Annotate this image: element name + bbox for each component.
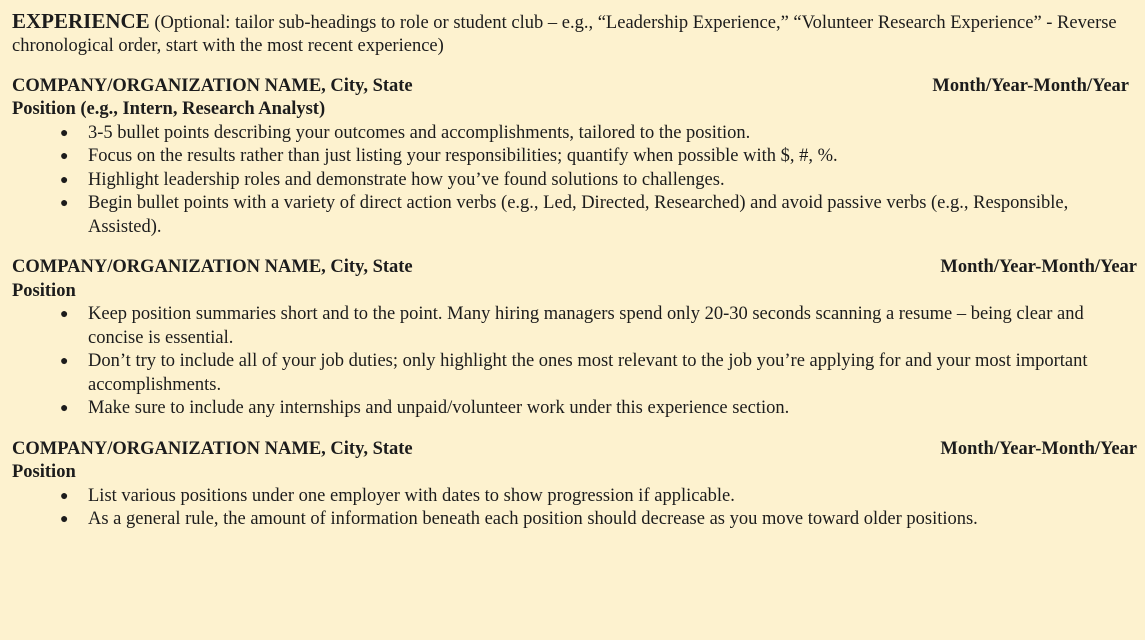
document-page: EXPERIENCE (Optional: tailor sub-heading… bbox=[0, 0, 1145, 640]
section-heading: EXPERIENCE (Optional: tailor sub-heading… bbox=[12, 8, 1137, 59]
entry-dates: Month/Year-Month/Year bbox=[932, 75, 1129, 96]
list-item: ● Focus on the results rather than just l… bbox=[60, 145, 1137, 168]
bullet-text: Focus on the results rather than just li… bbox=[88, 146, 838, 167]
experience-entry: COMPANY/ORGANIZATION NAME, City, State M… bbox=[12, 256, 1137, 420]
experience-entry: COMPANY/ORGANIZATION NAME, City, State M… bbox=[12, 75, 1137, 239]
bullet-icon: ● bbox=[60, 488, 69, 504]
bullet-icon: ● bbox=[60, 401, 69, 417]
entry-dates: Month/Year-Month/Year bbox=[940, 257, 1137, 278]
bullet-icon: ● bbox=[60, 512, 69, 528]
position-title: Position (e.g., Intern, Research Analyst… bbox=[12, 99, 326, 120]
experience-entry: COMPANY/ORGANIZATION NAME, City, State M… bbox=[12, 438, 1137, 532]
bullet-text: Make sure to include any internships and… bbox=[88, 398, 790, 419]
entry-dates: Month/Year-Month/Year bbox=[940, 438, 1137, 459]
bullet-list: ● 3-5 bullet points describing your outco… bbox=[12, 122, 1137, 239]
bullet-icon: ● bbox=[60, 307, 69, 323]
bullet-text: Begin bullet points with a variety of di… bbox=[88, 193, 1069, 237]
entry-header: COMPANY/ORGANIZATION NAME, City, State M… bbox=[12, 75, 1137, 98]
bullet-icon: ● bbox=[60, 172, 69, 188]
list-item: ● As a general rule, the amount of inform… bbox=[60, 508, 1137, 531]
bullet-text: Keep position summaries short and to the… bbox=[88, 304, 1084, 348]
position-title: Position bbox=[12, 462, 76, 483]
bullet-text: List various positions under one employe… bbox=[88, 485, 735, 506]
bullet-text: Don’t try to include all of your job dut… bbox=[88, 351, 1088, 395]
bullet-list: ● Keep position summaries short and to th… bbox=[12, 303, 1137, 420]
bullet-text: 3-5 bullet points describing your outcom… bbox=[88, 122, 751, 143]
position-title: Position bbox=[12, 280, 76, 301]
bullet-list: ● List various positions under one employ… bbox=[12, 485, 1137, 532]
organization-name: COMPANY/ORGANIZATION NAME, City, State bbox=[12, 257, 413, 278]
bullet-icon: ● bbox=[60, 354, 69, 370]
entry-header: COMPANY/ORGANIZATION NAME, City, State M… bbox=[12, 438, 1137, 461]
list-item: ● List various positions under one employ… bbox=[60, 485, 1137, 508]
list-item: ● 3-5 bullet points describing your outco… bbox=[60, 122, 1137, 145]
bullet-icon: ● bbox=[60, 196, 69, 212]
list-item: ● Make sure to include any internships an… bbox=[60, 397, 1137, 420]
bullet-text: Highlight leadership roles and demonstra… bbox=[88, 169, 725, 190]
bullet-icon: ● bbox=[60, 149, 69, 165]
organization-name: COMPANY/ORGANIZATION NAME, City, State bbox=[12, 75, 413, 96]
list-item: ● Highlight leadership roles and demonstr… bbox=[60, 169, 1137, 192]
bullet-icon: ● bbox=[60, 125, 69, 141]
section-note: (Optional: tailor sub-headings to role o… bbox=[12, 13, 1117, 57]
entry-header: COMPANY/ORGANIZATION NAME, City, State M… bbox=[12, 256, 1137, 279]
list-item: ● Begin bullet points with a variety of d… bbox=[60, 192, 1137, 239]
organization-name: COMPANY/ORGANIZATION NAME, City, State bbox=[12, 438, 413, 459]
list-item: ● Keep position summaries short and to th… bbox=[60, 303, 1137, 350]
bullet-text: As a general rule, the amount of informa… bbox=[88, 509, 978, 530]
list-item: ● Don’t try to include all of your job du… bbox=[60, 350, 1137, 397]
section-title: EXPERIENCE bbox=[12, 9, 150, 33]
